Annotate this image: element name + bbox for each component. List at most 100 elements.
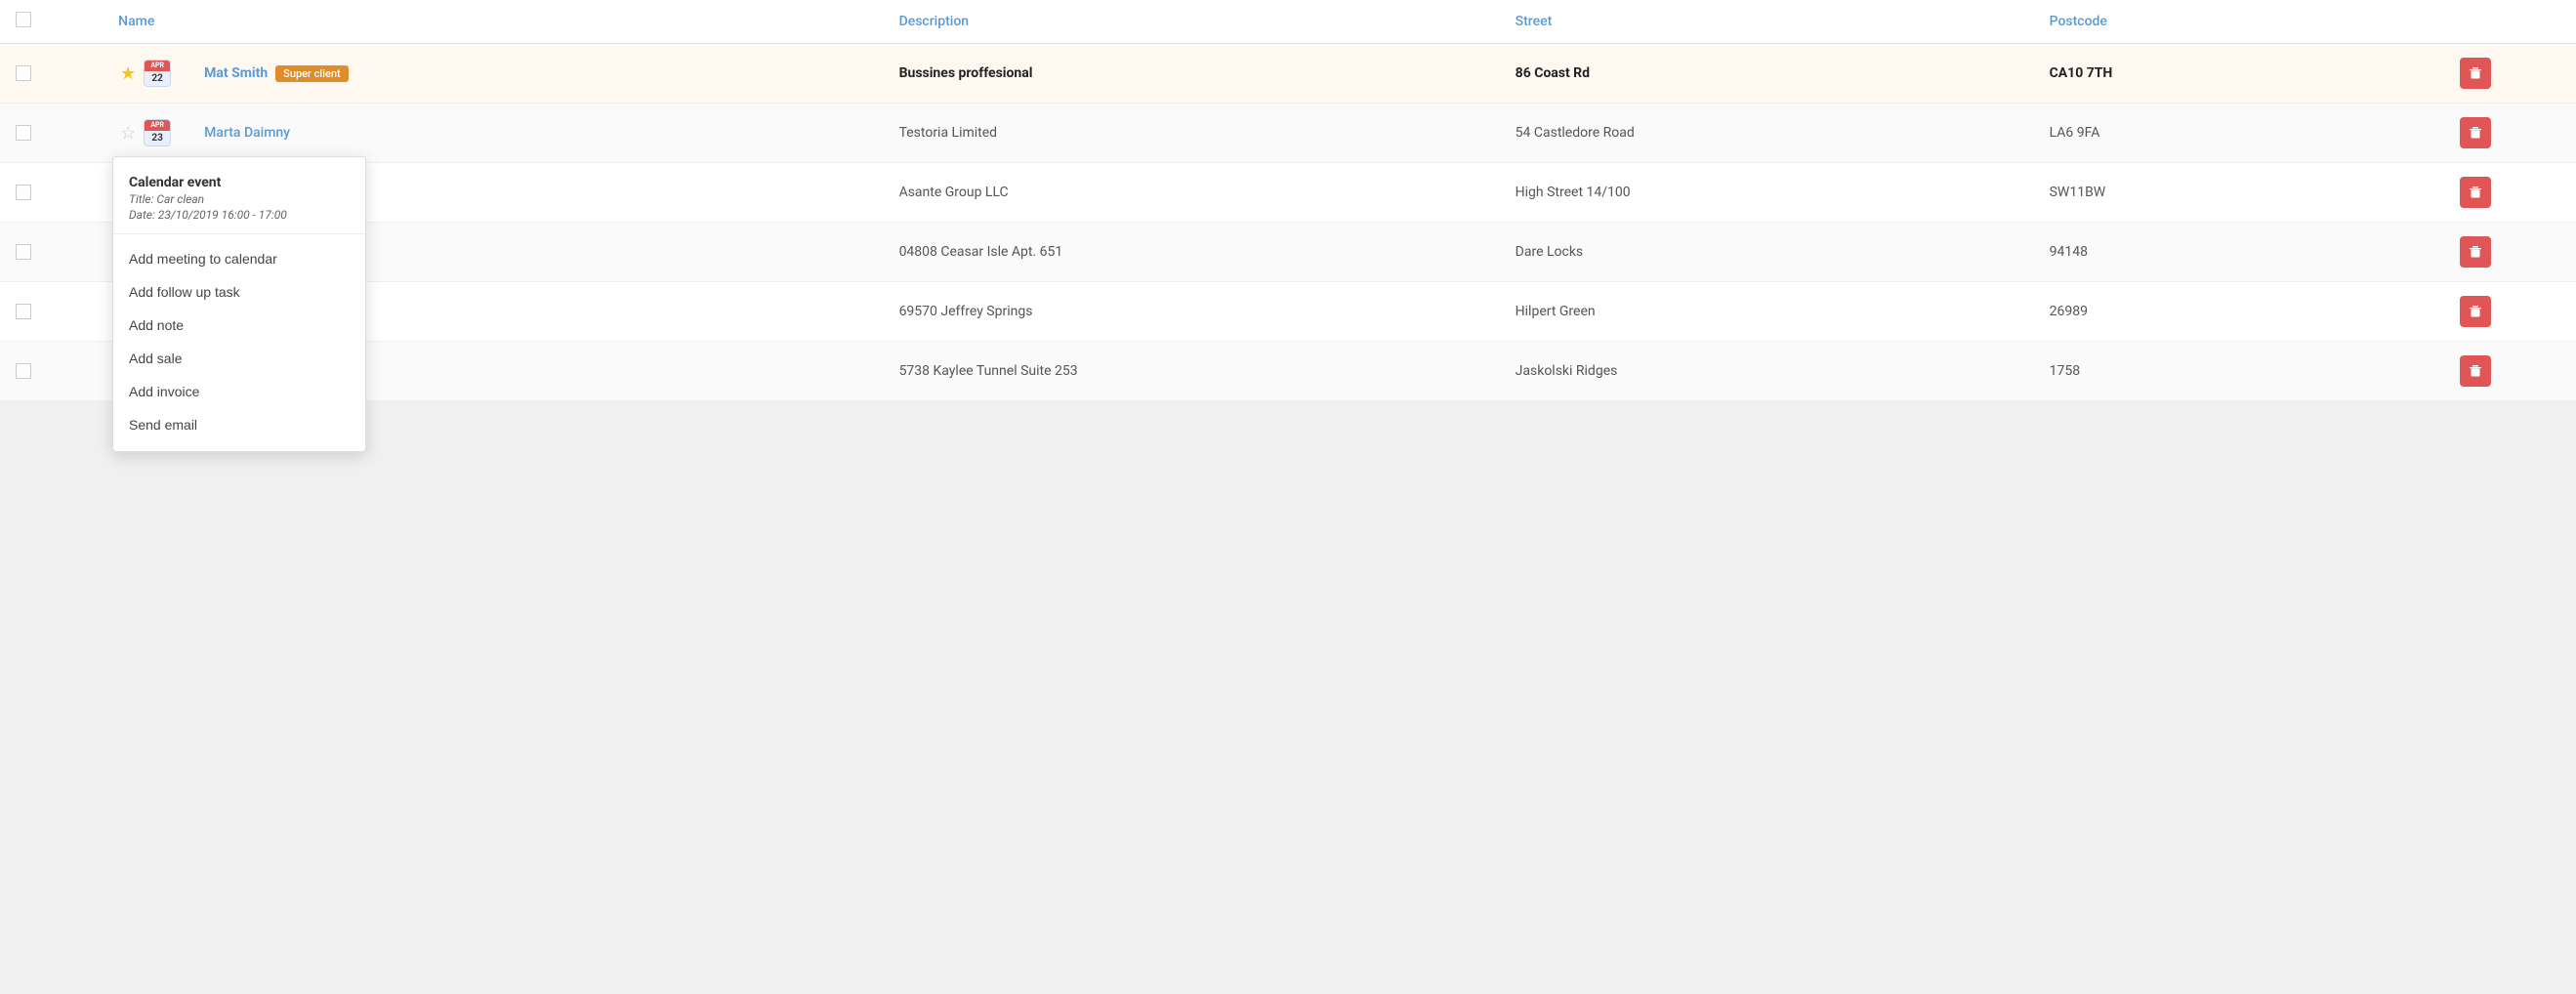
header-postcode-col: Postcode bbox=[2034, 0, 2445, 44]
popup-divider bbox=[113, 233, 365, 234]
table-row: ☆ 5738 Kaylee Tunnel Suite 253 Jaskolski… bbox=[0, 342, 2576, 401]
header-name-label: Name bbox=[118, 14, 154, 29]
header-checkbox-col bbox=[0, 0, 103, 44]
table-header: Name Description Street Postcode bbox=[0, 0, 2576, 44]
contacts-table-container: Name Description Street Postcode bbox=[0, 0, 2576, 401]
street-value: 86 Coast Rd bbox=[1516, 65, 1590, 81]
select-all-checkbox[interactable] bbox=[16, 12, 31, 27]
row-street-cell: High Street 14/100 bbox=[1500, 163, 2034, 223]
row-action-cell bbox=[2444, 163, 2576, 223]
street-value: 54 Castledore Road bbox=[1516, 125, 1635, 141]
row-postcode-cell: 26989 bbox=[2034, 282, 2445, 342]
contact-name[interactable]: Mat Smith bbox=[204, 65, 268, 81]
row-name-cell: ☆ APR 23 Marta Daimny bbox=[103, 104, 883, 163]
row-checkbox-cell bbox=[0, 342, 103, 401]
popup-add-meeting[interactable]: Add meeting to calendar bbox=[113, 242, 365, 275]
popup-event-details-date: Date: 23/10/2019 16:00 - 17:00 bbox=[129, 208, 350, 222]
delete-button[interactable] bbox=[2460, 58, 2491, 89]
postcode-value: LA6 9FA bbox=[2050, 125, 2100, 141]
header-description-label: Description bbox=[899, 14, 970, 29]
row-checkbox[interactable] bbox=[16, 125, 31, 141]
postcode-value: CA10 7TH bbox=[2050, 65, 2113, 81]
postcode-value: 1758 bbox=[2050, 363, 2080, 379]
table-row: ☆ tag2 tag3 69570 Jeffrey Springs Hilper… bbox=[0, 282, 2576, 342]
description-value: 69570 Jeffrey Springs bbox=[899, 304, 1033, 319]
postcode-value: SW11BW bbox=[2050, 185, 2106, 200]
header-street-col: Street bbox=[1500, 0, 2034, 44]
row-checkbox[interactable] bbox=[16, 244, 31, 260]
row-postcode-cell: CA10 7TH bbox=[2034, 44, 2445, 104]
row-postcode-cell: 1758 bbox=[2034, 342, 2445, 401]
delete-button[interactable] bbox=[2460, 117, 2491, 148]
description-value: Bussines proffesional bbox=[899, 65, 1033, 81]
row-action-cell bbox=[2444, 104, 2576, 163]
contact-name[interactable]: Marta Daimny bbox=[204, 125, 290, 141]
street-value: Jaskolski Ridges bbox=[1516, 363, 1618, 379]
postcode-value: 94148 bbox=[2050, 244, 2088, 260]
star-icon[interactable]: ☆ bbox=[118, 123, 138, 144]
popup-add-sale[interactable]: Add sale bbox=[113, 342, 365, 375]
street-value: High Street 14/100 bbox=[1516, 185, 1631, 200]
street-value: Hilpert Green bbox=[1516, 304, 1596, 319]
row-description-cell: 69570 Jeffrey Springs bbox=[884, 282, 1500, 342]
delete-button[interactable] bbox=[2460, 355, 2491, 387]
popup-add-follow-up[interactable]: Add follow up task bbox=[113, 275, 365, 309]
row-checkbox-cell bbox=[0, 282, 103, 342]
row-checkbox[interactable] bbox=[16, 363, 31, 379]
description-value: Asante Group LLC bbox=[899, 185, 1009, 200]
delete-button[interactable] bbox=[2460, 177, 2491, 208]
popup-event-details-title: Title: Car clean bbox=[129, 192, 350, 206]
row-checkbox[interactable] bbox=[16, 185, 31, 200]
row-action-cell bbox=[2444, 282, 2576, 342]
row-action-cell bbox=[2444, 223, 2576, 282]
header-action-col bbox=[2444, 0, 2576, 44]
table-row: ★ APR 22 Mat Smith Super client Bussines… bbox=[0, 44, 2576, 104]
trash-icon bbox=[2469, 186, 2482, 199]
table-row: ☆ APR 23 Martin Kowalsky VIP Asante Grou… bbox=[0, 163, 2576, 223]
row-action-cell bbox=[2444, 342, 2576, 401]
row-street-cell: Jaskolski Ridges bbox=[1500, 342, 2034, 401]
super-client-badge: Super client bbox=[275, 65, 349, 82]
row-description-cell: Asante Group LLC bbox=[884, 163, 1500, 223]
popup-title-value: Car clean bbox=[156, 192, 204, 206]
row-postcode-cell: 94148 bbox=[2034, 223, 2445, 282]
trash-icon bbox=[2469, 245, 2482, 259]
calendar-event-popup: Calendar event Title: Car clean Date: 23… bbox=[112, 156, 366, 452]
row-checkbox[interactable] bbox=[16, 65, 31, 81]
popup-header: Calendar event Title: Car clean Date: 23… bbox=[113, 167, 365, 226]
table-row: ☆ APR 23 Marta Daimny Testoria Limited 5… bbox=[0, 104, 2576, 163]
description-value: 04808 Ceasar Isle Apt. 651 bbox=[899, 244, 1063, 260]
row-description-cell: 04808 Ceasar Isle Apt. 651 bbox=[884, 223, 1500, 282]
bottom-area bbox=[0, 401, 2576, 597]
row-street-cell: 54 Castledore Road bbox=[1500, 104, 2034, 163]
row-checkbox-cell bbox=[0, 163, 103, 223]
popup-add-note[interactable]: Add note bbox=[113, 309, 365, 342]
star-icon[interactable]: ★ bbox=[118, 63, 138, 84]
row-description-cell: 5738 Kaylee Tunnel Suite 253 bbox=[884, 342, 1500, 401]
delete-button[interactable] bbox=[2460, 296, 2491, 327]
popup-title-label: Title: bbox=[129, 192, 153, 206]
row-description-cell: Testoria Limited bbox=[884, 104, 1500, 163]
row-street-cell: 86 Coast Rd bbox=[1500, 44, 2034, 104]
trash-icon bbox=[2469, 126, 2482, 140]
popup-event-title: Calendar event bbox=[129, 175, 350, 190]
delete-button[interactable] bbox=[2460, 236, 2491, 268]
row-postcode-cell: LA6 9FA bbox=[2034, 104, 2445, 163]
row-street-cell: Hilpert Green bbox=[1500, 282, 2034, 342]
popup-send-email[interactable]: Send email bbox=[113, 408, 365, 441]
header-postcode-label: Postcode bbox=[2050, 14, 2107, 29]
table-body: ★ APR 22 Mat Smith Super client Bussines… bbox=[0, 44, 2576, 401]
row-checkbox-cell bbox=[0, 44, 103, 104]
popup-date-value: 23/10/2019 16:00 - 17:00 bbox=[158, 208, 287, 222]
description-value: Testoria Limited bbox=[899, 125, 998, 141]
popup-add-invoice[interactable]: Add invoice bbox=[113, 375, 365, 408]
table-row: ☆ 04808 Ceasar Isle Apt. 651 Dare Locks … bbox=[0, 223, 2576, 282]
description-value: 5738 Kaylee Tunnel Suite 253 bbox=[899, 363, 1078, 379]
calendar-icon[interactable]: APR 22 bbox=[144, 60, 171, 87]
row-checkbox[interactable] bbox=[16, 304, 31, 319]
street-value: Dare Locks bbox=[1516, 244, 1584, 260]
calendar-icon[interactable]: APR 23 bbox=[144, 119, 171, 146]
trash-icon bbox=[2469, 66, 2482, 80]
header-street-label: Street bbox=[1516, 14, 1553, 29]
row-street-cell: Dare Locks bbox=[1500, 223, 2034, 282]
